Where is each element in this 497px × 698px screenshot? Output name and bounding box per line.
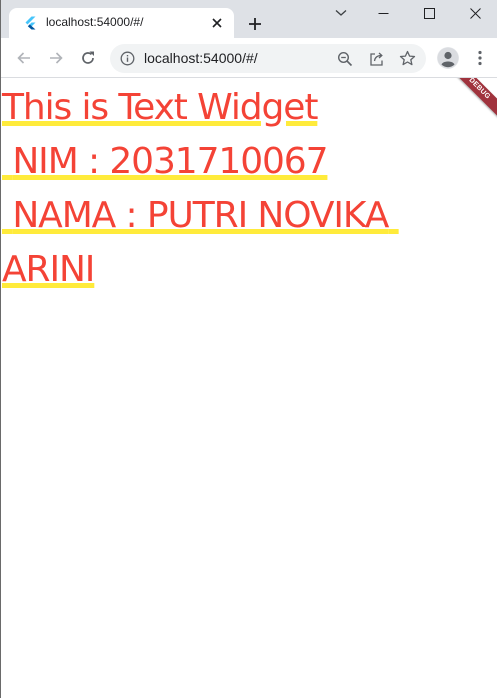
reload-icon: [82, 51, 94, 64]
bookmark-star-icon[interactable]: [398, 49, 417, 68]
profile-button[interactable]: [437, 47, 459, 69]
menu-button[interactable]: [471, 47, 489, 69]
kebab-menu-icon: [478, 50, 482, 66]
minimize-icon: [378, 12, 388, 14]
profile-icon: [437, 47, 459, 69]
window-controls: [360, 0, 497, 26]
browser-toolbar: localhost:54000/#/: [1, 38, 497, 78]
maximize-button[interactable]: [406, 0, 452, 26]
back-button[interactable]: [13, 47, 35, 69]
close-window-button[interactable]: [452, 0, 497, 26]
flutter-icon: [23, 16, 37, 30]
zoom-icon[interactable]: [335, 49, 354, 68]
reload-button[interactable]: [77, 47, 99, 69]
info-icon[interactable]: [120, 51, 135, 66]
tab-title: localhost:54000/#/: [46, 15, 144, 29]
browser-window: localhost:54000/#/ localhost:54000/#/ Th…: [0, 0, 497, 698]
close-icon: [469, 7, 481, 19]
browser-tab[interactable]: localhost:54000/#/: [9, 8, 234, 38]
share-icon[interactable]: [367, 49, 386, 68]
page-viewport: This is Text Widget NIM : 2031710067 NAM…: [1, 78, 497, 698]
new-tab-button[interactable]: [244, 13, 266, 35]
tab-search-button[interactable]: [331, 3, 351, 23]
tab-strip: localhost:54000/#/: [1, 0, 497, 38]
minimize-button[interactable]: [360, 0, 406, 26]
tab-close-icon[interactable]: [208, 14, 226, 32]
text-widget: This is Text Widget NIM : 2031710067 NAM…: [2, 87, 389, 290]
plus-icon: [249, 18, 261, 30]
url-text[interactable]: localhost:54000/#/: [144, 50, 258, 66]
forward-button[interactable]: [45, 47, 67, 69]
address-bar[interactable]: localhost:54000/#/: [110, 44, 426, 73]
back-arrow-icon: [17, 52, 30, 64]
maximize-icon: [423, 7, 435, 19]
forward-arrow-icon: [50, 52, 63, 64]
chevron-down-icon: [335, 10, 347, 16]
